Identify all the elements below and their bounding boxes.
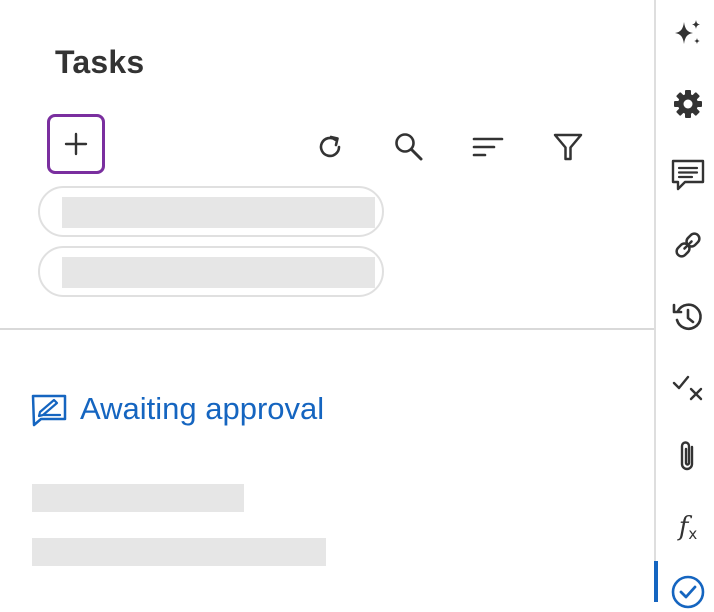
filter-icon [553, 133, 583, 161]
history-button[interactable] [668, 297, 708, 337]
attachments-button[interactable] [668, 436, 708, 476]
comments-button[interactable] [668, 155, 708, 195]
awaiting-approval-link[interactable]: Awaiting approval [30, 390, 324, 428]
tasks-button[interactable] [668, 572, 708, 612]
active-indicator [654, 561, 658, 602]
history-icon [672, 303, 702, 330]
refresh-icon [319, 135, 341, 158]
check-cross-icon [672, 375, 703, 401]
refresh-button[interactable] [310, 127, 350, 167]
review-button[interactable] [668, 366, 708, 406]
sparkle-icon [675, 20, 700, 44]
section-divider [0, 328, 654, 330]
tasks-panel: Tasks Awaiting approval [0, 0, 654, 602]
add-task-button[interactable] [47, 114, 105, 174]
filter-chip-placeholder[interactable] [38, 186, 384, 237]
links-button[interactable] [668, 225, 708, 265]
sort-icon [472, 137, 504, 157]
comment-icon [671, 159, 705, 191]
gear-icon [674, 90, 702, 118]
ai-assist-button[interactable] [668, 14, 708, 54]
formula-button[interactable]: fx [668, 507, 708, 547]
search-icon [395, 133, 423, 161]
filter-button[interactable] [548, 127, 588, 167]
loading-placeholder [32, 538, 326, 566]
sort-button[interactable] [468, 127, 508, 167]
plus-icon [64, 132, 88, 156]
approval-sign-icon [30, 390, 68, 428]
settings-button[interactable] [668, 84, 708, 124]
section-label: Awaiting approval [80, 391, 325, 426]
task-check-icon [671, 575, 705, 609]
loading-placeholder [62, 257, 375, 288]
search-button[interactable] [389, 127, 429, 167]
formula-icon: fx [678, 511, 698, 543]
loading-placeholder [32, 484, 244, 512]
filter-chip-placeholder[interactable] [38, 246, 384, 297]
page-title: Tasks [55, 44, 145, 80]
side-rail: fx [654, 0, 714, 609]
paperclip-icon [680, 441, 694, 471]
link-icon [675, 232, 701, 258]
loading-placeholder [62, 197, 375, 228]
